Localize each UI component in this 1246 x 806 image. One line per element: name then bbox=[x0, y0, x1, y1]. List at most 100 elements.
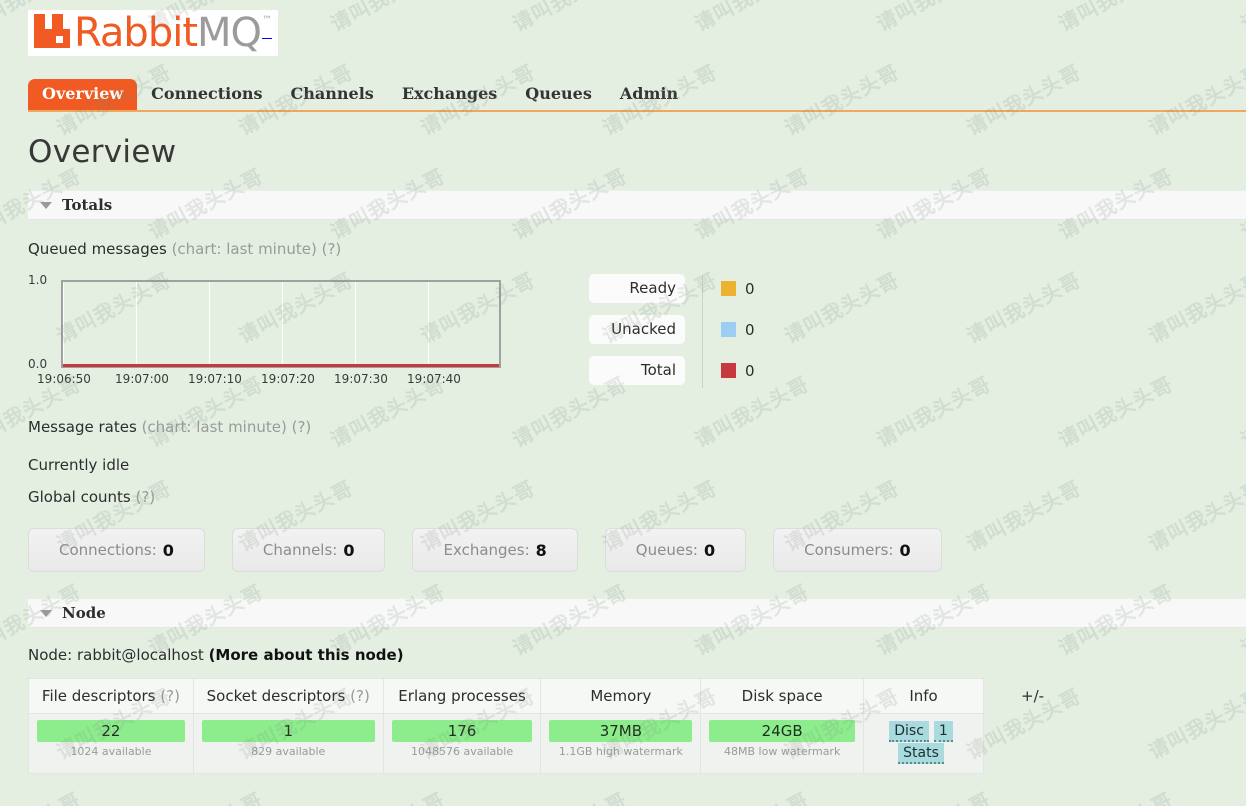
x-tick: 19:07:20 bbox=[261, 372, 315, 386]
nav-tab-queues[interactable]: Queues bbox=[511, 79, 606, 110]
memory-sub: 1.1GB high watermark bbox=[558, 745, 683, 758]
page-header: RabbitMQ™ bbox=[0, 0, 1246, 78]
col-info: Info bbox=[863, 678, 984, 714]
x-tick: 19:06:50 bbox=[37, 372, 91, 386]
col-file-descriptors: File descriptors (?) bbox=[28, 678, 194, 714]
nav-link-channels[interactable]: Channels bbox=[277, 79, 388, 110]
nav-link-connections[interactable]: Connections bbox=[137, 79, 276, 110]
cell-erlang-processes: 176 1048576 available bbox=[382, 713, 542, 774]
legend-swatch-total bbox=[721, 363, 736, 378]
global-counts-list: Connections: 0 Channels: 0 Exchanges: 8 … bbox=[28, 528, 1246, 572]
count-consumers-value: 0 bbox=[899, 540, 911, 560]
chart-series-total-line bbox=[63, 364, 499, 367]
logo-text-mq: MQ bbox=[197, 9, 262, 56]
rabbitmq-logo[interactable]: RabbitMQ™ bbox=[28, 9, 279, 56]
count-exchanges-value: 8 bbox=[535, 540, 547, 560]
nav-tab-connections[interactable]: Connections bbox=[137, 79, 276, 110]
more-about-node-link[interactable]: (More about this node) bbox=[209, 646, 404, 664]
badge-count[interactable]: 1 bbox=[933, 721, 953, 742]
legend-label-unacked[interactable]: Unacked bbox=[589, 315, 685, 344]
count-queues[interactable]: Queues: 0 bbox=[604, 528, 747, 572]
global-counts-heading: Global counts (?) bbox=[28, 488, 1246, 506]
cell-info: Disc 1Stats bbox=[863, 713, 984, 774]
node-name: rabbit@localhost bbox=[76, 646, 204, 664]
count-connections-value: 0 bbox=[162, 540, 174, 560]
node-table-wrapper: File descriptors (?) Socket descriptors … bbox=[28, 678, 1246, 774]
queued-messages-help-icon[interactable]: (?) bbox=[322, 240, 342, 258]
chart-gridline bbox=[136, 282, 137, 366]
legend-value-total: 0 bbox=[745, 361, 755, 380]
global-counts-help-icon[interactable]: (?) bbox=[136, 488, 156, 506]
legend-divider bbox=[702, 276, 703, 388]
nav-link-exchanges[interactable]: Exchanges bbox=[388, 79, 511, 110]
col-file-descriptors-help-icon[interactable]: (?) bbox=[160, 687, 180, 705]
x-tick: 19:07:10 bbox=[188, 372, 242, 386]
badge-disc[interactable]: Disc bbox=[889, 721, 929, 742]
legend-value-unacked: 0 bbox=[745, 320, 755, 339]
chart-gridline bbox=[282, 282, 283, 366]
node-prefix: Node: bbox=[28, 646, 73, 664]
message-rates-help-icon[interactable]: (?) bbox=[292, 418, 312, 436]
col-socket-descriptors-label: Socket descriptors bbox=[206, 687, 346, 705]
col-memory-label: Memory bbox=[590, 687, 652, 705]
socket-descriptors-value: 1 bbox=[201, 720, 375, 742]
nav-link-admin[interactable]: Admin bbox=[606, 79, 692, 110]
queued-messages-label: Queued messages bbox=[28, 240, 167, 258]
section-label-node: Node bbox=[62, 604, 106, 622]
chart-gridline bbox=[355, 282, 356, 366]
section-header-totals[interactable]: Totals bbox=[28, 190, 1246, 220]
col-socket-descriptors-help-icon[interactable]: (?) bbox=[350, 687, 370, 705]
col-disk-space: Disk space bbox=[700, 678, 865, 714]
count-channels-label: Channels: bbox=[262, 541, 338, 559]
section-label-totals: Totals bbox=[62, 196, 113, 214]
count-connections-label: Connections: bbox=[59, 541, 157, 559]
nav-tab-admin[interactable]: Admin bbox=[606, 79, 692, 110]
count-channels-value: 0 bbox=[343, 540, 355, 560]
chevron-down-icon[interactable] bbox=[40, 201, 52, 209]
count-exchanges[interactable]: Exchanges: 8 bbox=[412, 528, 578, 572]
nav-link-queues[interactable]: Queues bbox=[511, 79, 606, 110]
badge-stats[interactable]: Stats bbox=[898, 743, 944, 764]
col-info-label: Info bbox=[909, 687, 938, 705]
legend-label-total[interactable]: Total bbox=[589, 356, 685, 385]
toggle-columns-button[interactable]: +/- bbox=[1021, 687, 1044, 705]
count-consumers-label: Consumers: bbox=[804, 541, 894, 559]
count-channels[interactable]: Channels: 0 bbox=[231, 528, 386, 572]
erlang-processes-value: 176 bbox=[391, 720, 533, 742]
col-socket-descriptors: Socket descriptors (?) bbox=[192, 678, 384, 714]
legend-swatch-ready bbox=[721, 281, 736, 296]
nav-tab-exchanges[interactable]: Exchanges bbox=[388, 79, 511, 110]
message-rates-period: (chart: last minute) bbox=[141, 418, 287, 436]
global-counts-label: Global counts bbox=[28, 488, 131, 506]
count-consumers[interactable]: Consumers: 0 bbox=[773, 528, 942, 572]
legend-swatch-unacked bbox=[721, 322, 736, 337]
col-memory: Memory bbox=[540, 678, 702, 714]
x-tick: 19:07:00 bbox=[115, 372, 169, 386]
nav-link-overview[interactable]: Overview bbox=[28, 79, 138, 110]
cell-disk-space: 24GB 48MB low watermark bbox=[700, 713, 865, 774]
y-tick-min: 0.0 bbox=[28, 357, 48, 371]
rabbitmq-logo-icon bbox=[32, 12, 72, 53]
col-erlang-processes-label: Erlang processes bbox=[398, 687, 526, 705]
cell-socket-descriptors: 1 829 available bbox=[192, 713, 384, 774]
nav-tab-overview[interactable]: Overview bbox=[28, 79, 138, 110]
legend-row-unacked: 0 bbox=[721, 315, 755, 344]
count-exchanges-label: Exchanges: bbox=[443, 541, 530, 559]
section-header-node[interactable]: Node bbox=[28, 598, 1246, 628]
queued-messages-heading: Queued messages (chart: last minute) (?) bbox=[28, 240, 1246, 258]
chart-gridline bbox=[63, 282, 64, 366]
node-stats-table: File descriptors (?) Socket descriptors … bbox=[28, 678, 984, 774]
chevron-down-icon[interactable] bbox=[40, 609, 52, 617]
count-connections[interactable]: Connections: 0 bbox=[28, 528, 205, 572]
cell-file-descriptors: 22 1024 available bbox=[28, 713, 194, 774]
erlang-processes-sub: 1048576 available bbox=[410, 745, 514, 758]
x-tick: 19:07:30 bbox=[334, 372, 388, 386]
nav-tab-channels[interactable]: Channels bbox=[277, 79, 388, 110]
chart-gridline bbox=[209, 282, 210, 366]
legend-label-ready[interactable]: Ready bbox=[589, 274, 685, 303]
message-rates-heading: Message rates (chart: last minute) (?) bbox=[28, 418, 1246, 436]
queued-messages-period: (chart: last minute) bbox=[171, 240, 317, 258]
main-navigation: Overview Connections Channels Exchanges … bbox=[28, 78, 1246, 112]
main-content: Overview Totals Queued messages (chart: … bbox=[0, 134, 1246, 774]
disk-space-value: 24GB bbox=[709, 720, 856, 742]
